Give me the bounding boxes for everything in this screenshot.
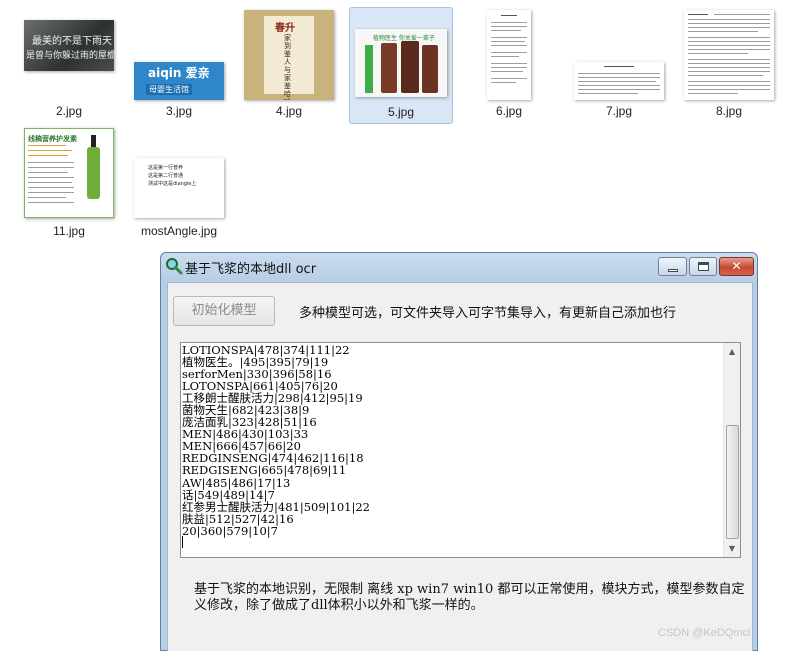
- file-thumbnail: 春升 家到鉴人与家鉴哈哈: [244, 10, 334, 100]
- ocr-dialog-window: 基于飞浆的本地dll ocr ✕ 初始化模型 多种模型可选，可文件夹导入可字节集…: [160, 252, 758, 651]
- file-3-jpg[interactable]: aiqin 爱亲 母婴生活馆 3.jpg: [129, 10, 229, 122]
- file-name: 6.jpg: [495, 104, 523, 118]
- minimize-button[interactable]: [658, 257, 687, 276]
- init-model-button[interactable]: 初始化模型: [173, 296, 275, 326]
- file-2-jpg[interactable]: 最美的不是下雨天 是曾与你躲过雨的屋檐 2.jpg: [19, 10, 119, 122]
- file-name: mostAngle.jpg: [140, 224, 218, 238]
- ocr-result-textarea[interactable]: LOTIONSPA|478|374|111|22 植物医生。|495|395|79…: [180, 342, 741, 558]
- thumb-text: 这是第二行普通: [148, 173, 184, 179]
- window-title: 基于飞浆的本地dll ocr: [185, 262, 317, 277]
- ocr-result-line: 红参男士醒肤活力|481|509|101|22: [182, 499, 370, 514]
- file-5-jpg[interactable]: 植物医生 你关爱一辈子 5.jpg: [349, 7, 453, 124]
- file-thumbnail: 这是第一行普养 这是第二行普通 测试中这是diangle上: [134, 158, 224, 218]
- scroll-up-arrow-icon[interactable]: ▲: [724, 343, 740, 360]
- close-icon: ✕: [731, 259, 742, 273]
- scrollbar-thumb[interactable]: [726, 425, 739, 539]
- file-thumbnail: [574, 62, 664, 100]
- ocr-result-line: 话|549|489|14|7: [182, 487, 275, 502]
- file-thumbnail: aiqin 爱亲 母婴生活馆: [134, 62, 224, 100]
- scroll-down-arrow-icon[interactable]: ▼: [724, 540, 740, 557]
- vertical-scrollbar[interactable]: ▲ ▼: [723, 343, 740, 557]
- ocr-result-lines: LOTIONSPA|478|374|111|22 植物医生。|495|395|79…: [182, 344, 722, 537]
- file-thumbnail: [487, 10, 531, 100]
- thumb-text: 是曾与你躲过雨的屋檐: [26, 51, 114, 61]
- hint-label: 多种模型可选，可文件夹导入可字节集导入，有更新自己添加也行: [299, 306, 677, 321]
- thumb-text: 母婴生活馆: [146, 84, 192, 95]
- file-4-jpg[interactable]: 春升 家到鉴人与家鉴哈哈 4.jpg: [239, 10, 339, 122]
- description-label: 基于飞浆的本地识别，无限制 离线 xp win7 win10 都可以正常使用，模…: [194, 582, 745, 613]
- file-thumbnail: 线稿营养护发素: [24, 128, 114, 218]
- maximize-icon: [698, 262, 709, 271]
- file-mostangle-jpg[interactable]: 这是第一行普养 这是第二行普通 测试中这是diangle上 mostAngle.…: [129, 128, 229, 240]
- text-caret: [182, 536, 183, 548]
- thumb-text: 线稿营养护发素: [28, 135, 77, 143]
- file-8-jpg[interactable]: 8.jpg: [679, 10, 779, 122]
- file-name: 11.jpg: [53, 224, 85, 238]
- dialog-client-area: 初始化模型 多种模型可选，可文件夹导入可字节集导入，有更新自己添加也行 LOTI…: [167, 282, 753, 651]
- file-name: 5.jpg: [387, 105, 415, 119]
- thumb-text: 这是第一行普养: [148, 165, 184, 171]
- file-11-jpg[interactable]: 线稿营养护发素 11.jpg: [19, 128, 119, 240]
- thumb-text: aiqin 爱亲: [148, 66, 210, 80]
- magnifier-app-icon: [165, 257, 183, 275]
- maximize-button[interactable]: [689, 257, 717, 276]
- thumb-text: 测试中这是diangle上: [148, 181, 197, 187]
- ocr-result-line: REDGISENG|665|478|69|11: [182, 463, 347, 478]
- file-name: 8.jpg: [715, 104, 743, 118]
- file-6-jpg[interactable]: 6.jpg: [459, 10, 559, 122]
- thumb-text: 最美的不是下雨天: [32, 36, 112, 47]
- watermark: CSDN @KeDQmcl: [658, 627, 751, 639]
- ocr-result-line: 20|360|579|10|7: [182, 523, 278, 538]
- close-button[interactable]: ✕: [719, 257, 754, 276]
- thumb-text: 春升: [275, 23, 295, 34]
- thumb-text: 家到鉴人与家鉴哈哈: [284, 34, 291, 100]
- ocr-result-line: AW|485|486|17|13: [182, 475, 291, 490]
- file-7-jpg[interactable]: 7.jpg: [569, 10, 669, 122]
- ocr-result-line: 肤益|512|527|42|16: [182, 511, 294, 526]
- file-thumbnail: [684, 10, 774, 100]
- file-name: 7.jpg: [605, 104, 633, 118]
- file-name: 2.jpg: [55, 104, 83, 118]
- file-thumbnail: 最美的不是下雨天 是曾与你躲过雨的屋檐: [24, 20, 114, 71]
- file-thumbnail: 植物医生 你关爱一辈子: [355, 29, 447, 97]
- file-name: 4.jpg: [275, 104, 303, 118]
- file-name: 3.jpg: [165, 104, 193, 118]
- title-bar[interactable]: 基于飞浆的本地dll ocr ✕: [161, 253, 757, 280]
- minimize-icon: [668, 269, 678, 272]
